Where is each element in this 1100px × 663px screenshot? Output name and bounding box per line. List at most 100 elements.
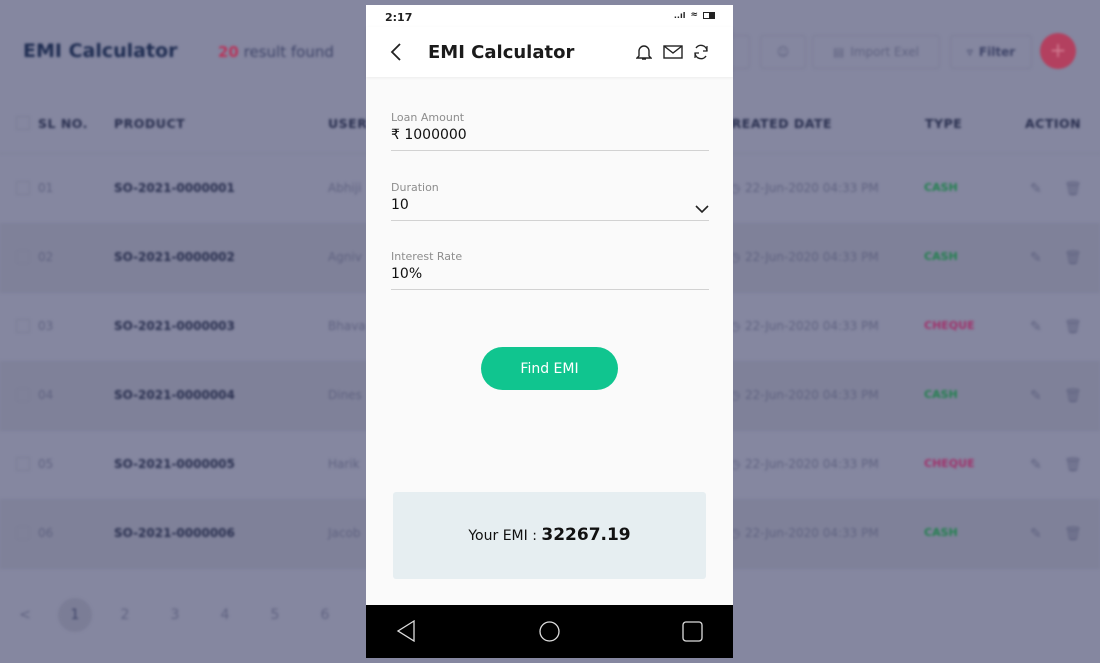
row-checkbox[interactable]: [16, 319, 30, 333]
row-product: SO-2021-0000003: [114, 319, 235, 333]
delete-icon[interactable]: 🗑: [1064, 457, 1082, 473]
row-checkbox[interactable]: [16, 526, 30, 540]
refresh-icon[interactable]: [693, 43, 709, 61]
pagination-prev[interactable]: <: [8, 598, 42, 632]
row-date: 22-Jun-2020 04:33 PM: [745, 250, 879, 264]
loan-amount-field[interactable]: Loan Amount ₹ 1000000: [391, 111, 709, 151]
edit-icon[interactable]: ✎: [1030, 388, 1042, 404]
edit-icon[interactable]: ✎: [1030, 526, 1042, 542]
col-type: TYPE: [925, 116, 963, 131]
row-checkbox[interactable]: [16, 250, 30, 264]
row-type: CHEQUE: [924, 457, 975, 470]
import-excel-button[interactable]: ▤ Import Exel: [812, 35, 940, 69]
nav-recents-icon[interactable]: [682, 621, 703, 642]
col-product: PRODUCT: [114, 116, 186, 131]
delete-icon[interactable]: 🗑: [1064, 250, 1082, 266]
nav-back-icon[interactable]: [396, 620, 416, 642]
col-action: ACTION: [1025, 116, 1082, 131]
status-bar: 2:17 ..ıl ≈: [366, 5, 733, 27]
interest-rate-field[interactable]: Interest Rate 10%: [391, 250, 709, 290]
pagination-page[interactable]: 6: [308, 598, 342, 632]
nav-home-icon[interactable]: [539, 621, 560, 642]
row-product: SO-2021-0000005: [114, 457, 235, 471]
row-type: CASH: [924, 526, 958, 539]
col-created-date: CREATED DATE: [722, 116, 832, 131]
row-type: CASH: [924, 250, 958, 263]
edit-icon[interactable]: ✎: [1030, 457, 1042, 473]
emi-label: Your EMI :: [468, 528, 537, 544]
row-type: CHEQUE: [924, 319, 975, 332]
col-user: USER: [328, 116, 368, 131]
row-user: Jacob: [328, 526, 361, 540]
row-type: CASH: [924, 388, 958, 401]
back-icon[interactable]: [390, 43, 402, 61]
delete-icon[interactable]: 🗑: [1064, 319, 1082, 335]
loan-amount-label: Loan Amount: [391, 111, 465, 124]
loan-amount-value[interactable]: ₹ 1000000: [391, 127, 709, 143]
row-sl: 06: [38, 526, 54, 540]
user-button[interactable]: ☺: [760, 35, 806, 69]
row-type: CASH: [924, 181, 958, 194]
row-sl: 05: [38, 457, 54, 471]
filter-icon: ▿: [966, 45, 973, 59]
pagination-page[interactable]: 2: [108, 598, 142, 632]
edit-icon[interactable]: ✎: [1030, 319, 1042, 335]
pagination-page[interactable]: 4: [208, 598, 242, 632]
chevron-down-icon[interactable]: [695, 205, 709, 214]
delete-icon[interactable]: 🗑: [1064, 388, 1082, 404]
file-icon: ▤: [832, 45, 845, 59]
row-user: Harik: [328, 457, 360, 471]
row-user: Abhiji: [328, 181, 362, 195]
row-product: SO-2021-0000001: [114, 181, 235, 195]
duration-value[interactable]: 10: [391, 197, 709, 213]
row-checkbox[interactable]: [16, 457, 30, 471]
interest-rate-label: Interest Rate: [391, 250, 463, 263]
delete-icon[interactable]: 🗑: [1064, 181, 1082, 197]
mail-icon[interactable]: [663, 45, 683, 59]
select-all-checkbox[interactable]: [16, 116, 30, 130]
row-date: 22-Jun-2020 04:33 PM: [745, 457, 879, 471]
delete-icon[interactable]: 🗑: [1064, 526, 1082, 542]
phone-screen: 2:17 ..ıl ≈ EMI Calculator Loan Amount ₹…: [366, 5, 733, 658]
row-sl: 04: [38, 388, 54, 402]
row-sl: 03: [38, 319, 54, 333]
wifi-icon: ≈: [690, 10, 698, 20]
page-title: EMI Calculator: [23, 40, 178, 62]
pagination-page[interactable]: 3: [158, 598, 192, 632]
pagination-page[interactable]: 1: [58, 598, 92, 632]
row-date: 22-Jun-2020 04:33 PM: [745, 388, 879, 402]
row-checkbox[interactable]: [16, 388, 30, 402]
edit-icon[interactable]: ✎: [1030, 181, 1042, 197]
row-user: Agniv: [328, 250, 362, 264]
duration-select[interactable]: Duration 10: [391, 181, 709, 221]
row-sl: 01: [38, 181, 54, 195]
result-count: 20 result found: [218, 43, 334, 61]
row-date: 22-Jun-2020 04:33 PM: [745, 181, 879, 195]
row-checkbox[interactable]: [16, 181, 30, 195]
row-date: 22-Jun-2020 04:33 PM: [745, 526, 879, 540]
emi-result: Your EMI : 32267.19: [393, 492, 706, 579]
add-button[interactable]: +: [1040, 33, 1076, 69]
duration-label: Duration: [391, 181, 439, 194]
signal-icon: ..ıl: [673, 10, 686, 20]
pagination-page[interactable]: 5: [258, 598, 292, 632]
row-product: SO-2021-0000004: [114, 388, 235, 402]
row-user: Bhava: [328, 319, 366, 333]
row-product: SO-2021-0000002: [114, 250, 235, 264]
find-emi-button[interactable]: Find EMI: [481, 347, 618, 390]
interest-rate-value[interactable]: 10%: [391, 266, 709, 282]
row-sl: 02: [38, 250, 54, 264]
row-product: SO-2021-0000006: [114, 526, 235, 540]
row-date: 22-Jun-2020 04:33 PM: [745, 319, 879, 333]
status-time: 2:17: [385, 11, 413, 24]
edit-icon[interactable]: ✎: [1030, 250, 1042, 266]
user-icon: ☺: [776, 45, 790, 59]
app-bar: EMI Calculator: [366, 27, 733, 77]
filter-button[interactable]: ▿ Filter: [950, 35, 1032, 69]
android-nav-bar: [366, 605, 733, 658]
app-title: EMI Calculator: [428, 42, 575, 63]
battery-icon: [703, 11, 715, 19]
emi-value: 32267.19: [541, 525, 631, 545]
row-user: Dines: [328, 388, 362, 402]
bell-icon[interactable]: [636, 43, 652, 61]
